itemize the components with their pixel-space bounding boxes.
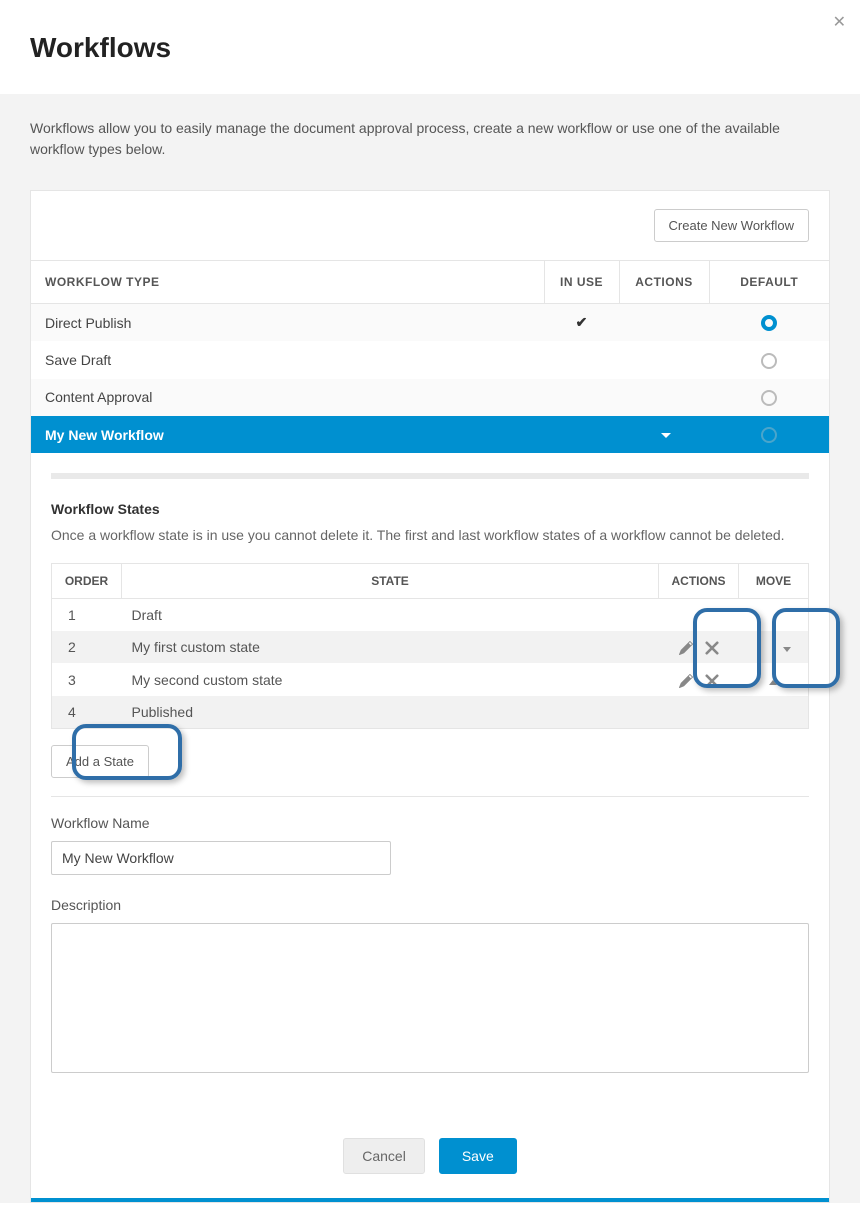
workflow-row[interactable]: Save Draft — [31, 341, 829, 378]
scol-move: MOVE — [739, 564, 809, 599]
state-order: 3 — [52, 663, 122, 695]
col-workflow-type: WORKFLOW TYPE — [31, 261, 544, 304]
divider — [51, 796, 809, 797]
state-actions-cell — [659, 599, 739, 632]
workflow-name-label: Workflow Name — [51, 815, 809, 831]
default-radio[interactable] — [761, 390, 777, 406]
scol-order: ORDER — [52, 564, 122, 599]
workflow-actions-cell — [619, 416, 709, 453]
workflow-inuse-cell: ✔ — [544, 304, 619, 342]
default-radio[interactable] — [761, 353, 777, 369]
intro-text: Workflows allow you to easily manage the… — [30, 118, 830, 160]
workflow-inuse-cell — [544, 379, 619, 416]
state-move-cell — [739, 599, 809, 632]
move-up-icon[interactable] — [769, 680, 777, 685]
workflow-name: Save Draft — [31, 341, 544, 378]
workflow-actions-cell — [619, 379, 709, 416]
state-order: 1 — [52, 599, 122, 632]
move-down-icon[interactable] — [783, 647, 791, 652]
state-actions-cell — [659, 663, 739, 695]
bottom-accent-bar — [31, 1198, 829, 1202]
workflow-actions-cell — [619, 341, 709, 378]
default-radio[interactable] — [761, 427, 777, 443]
workflow-actions-cell — [619, 304, 709, 342]
description-textarea[interactable] — [51, 923, 809, 1073]
workflow-row[interactable]: Direct Publish ✔ — [31, 304, 829, 342]
workflow-inuse-cell — [544, 416, 619, 453]
default-radio[interactable] — [761, 315, 777, 331]
workflow-row[interactable]: My New Workflow — [31, 416, 829, 453]
cancel-button[interactable]: Cancel — [343, 1138, 425, 1174]
col-in-use: IN USE — [544, 261, 619, 304]
add-state-button[interactable]: Add a State — [51, 745, 149, 778]
workflow-default-cell — [709, 379, 829, 416]
workflow-name: My New Workflow — [31, 416, 544, 453]
workflow-name-input[interactable] — [51, 841, 391, 875]
state-move-cell — [739, 663, 809, 695]
states-title: Workflow States — [51, 501, 809, 517]
save-button[interactable]: Save — [439, 1138, 517, 1174]
delete-icon[interactable] — [703, 671, 721, 687]
state-order: 2 — [52, 631, 122, 663]
workflow-default-cell — [709, 341, 829, 378]
edit-icon[interactable] — [677, 671, 695, 687]
workflow-default-cell — [709, 304, 829, 342]
detail-top-bar — [51, 473, 809, 479]
workflows-table: WORKFLOW TYPE IN USE ACTIONS DEFAULT Dir… — [31, 261, 829, 453]
state-row: 3My second custom state — [52, 663, 809, 695]
workflow-inuse-cell — [544, 341, 619, 378]
close-icon[interactable]: ✕ — [833, 12, 846, 32]
scol-state: STATE — [122, 564, 659, 599]
workflows-panel: Create New Workflow WORKFLOW TYPE IN USE… — [30, 190, 830, 1203]
state-row: 2My first custom state — [52, 631, 809, 663]
delete-icon[interactable] — [703, 639, 721, 655]
page-title: Workflows — [30, 32, 830, 64]
workflow-default-cell — [709, 416, 829, 453]
edit-icon[interactable] — [677, 639, 695, 655]
workflow-row[interactable]: Content Approval — [31, 379, 829, 416]
col-default: DEFAULT — [709, 261, 829, 304]
states-table: ORDER STATE ACTIONS MOVE 1Draft2My first… — [51, 563, 809, 729]
state-name: Published — [122, 696, 659, 729]
create-new-workflow-button[interactable]: Create New Workflow — [654, 209, 809, 242]
states-desc: Once a workflow state is in use you cann… — [51, 527, 809, 543]
col-actions: ACTIONS — [619, 261, 709, 304]
workflow-name: Content Approval — [31, 379, 544, 416]
state-order: 4 — [52, 696, 122, 729]
state-name: My second custom state — [122, 663, 659, 695]
state-actions-cell — [659, 696, 739, 729]
state-name: Draft — [122, 599, 659, 632]
description-label: Description — [51, 897, 809, 913]
state-row: 1Draft — [52, 599, 809, 632]
state-row: 4Published — [52, 696, 809, 729]
workflow-name: Direct Publish — [31, 304, 544, 342]
state-name: My first custom state — [122, 631, 659, 663]
check-icon: ✔ — [576, 314, 588, 330]
state-move-cell — [739, 631, 809, 663]
scol-actions: ACTIONS — [659, 564, 739, 599]
state-actions-cell — [659, 631, 739, 663]
workflow-detail-panel: Workflow States Once a workflow state is… — [31, 453, 829, 1198]
state-move-cell — [739, 696, 809, 729]
chevron-down-icon[interactable] — [661, 433, 671, 438]
